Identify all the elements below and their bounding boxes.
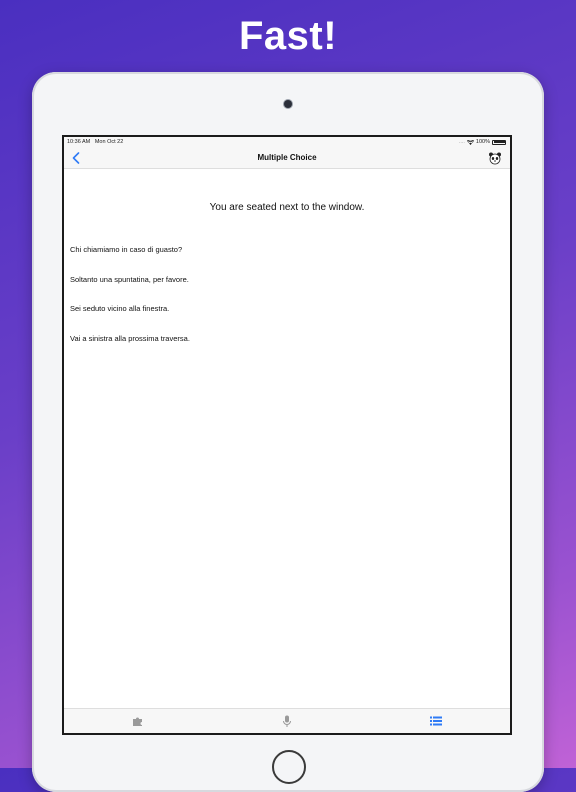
puzzle-icon [133, 717, 143, 726]
list-icon [429, 716, 442, 726]
question-prompt: You are seated next to the window. [209, 202, 365, 213]
status-time-date: 10:36 AM Mon Oct 22 [67, 139, 123, 145]
answer-choice-2[interactable]: Soltanto una spuntatina, per favore. [70, 273, 490, 286]
battery-icon [492, 139, 506, 145]
battery-percent: 100% [475, 139, 490, 145]
tab-bar [64, 708, 510, 733]
answer-choice-1[interactable]: Chi chiamiamo in caso di guasto? [70, 243, 490, 256]
status-indicators: .... 100% [459, 139, 506, 145]
tab-puzzle[interactable] [83, 711, 193, 731]
microphone-icon [282, 715, 291, 727]
ipad-frame: 10:36 AM Mon Oct 22 .... 100% Multiple C… [32, 72, 544, 792]
tab-microphone[interactable] [232, 711, 342, 731]
signal-dots: .... [458, 139, 465, 145]
headline: Fast! [238, 14, 338, 58]
panda-icon [489, 152, 501, 165]
tab-list[interactable] [381, 711, 491, 731]
status-date: Mon Oct 22 [94, 139, 124, 145]
status-bar: 10:36 AM Mon Oct 22 .... 100% [64, 137, 510, 148]
home-button[interactable] [272, 750, 306, 784]
front-camera [284, 100, 292, 108]
status-time: 10:36 AM [67, 139, 91, 145]
navigation-bar: Multiple Choice [64, 148, 510, 169]
app-screen: 10:36 AM Mon Oct 22 .... 100% Multiple C… [62, 135, 512, 735]
answer-choice-3[interactable]: Sei seduto vicino alla finestra. [70, 302, 490, 315]
wifi-icon [466, 139, 474, 145]
answer-choice-4[interactable]: Vai a sinistra alla prossima traversa. [70, 332, 490, 345]
panda-button[interactable] [488, 151, 502, 165]
page-title: Multiple Choice [257, 153, 317, 162]
